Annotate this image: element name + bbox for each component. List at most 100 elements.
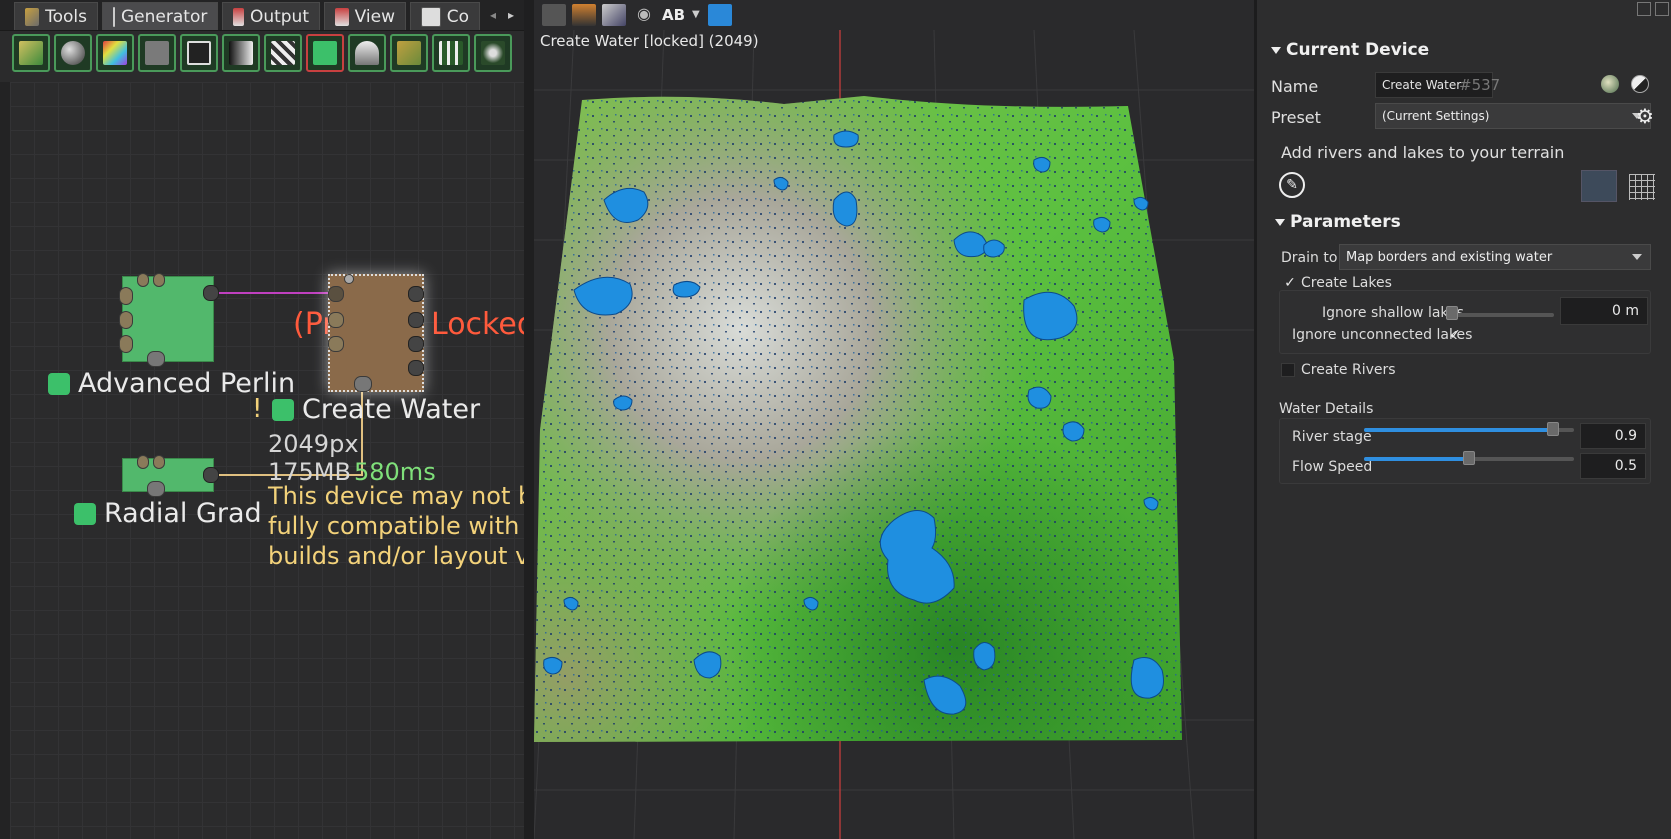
output-port[interactable] — [408, 360, 424, 376]
flat-device-button[interactable] — [138, 34, 176, 72]
terrain-device-button[interactable] — [12, 34, 50, 72]
save-icon — [187, 41, 211, 65]
globe-icon[interactable] — [1601, 75, 1619, 93]
green-square-device-button[interactable] — [306, 34, 344, 72]
flat-icon — [145, 41, 169, 65]
mask-port[interactable] — [354, 376, 372, 392]
checker-device-button[interactable] — [264, 34, 302, 72]
tab-label: Tools — [45, 6, 87, 27]
input-port[interactable] — [344, 274, 354, 284]
panel-splitter[interactable] — [524, 0, 534, 839]
output-port[interactable] — [408, 312, 424, 328]
flow-speed-input[interactable]: 0.5 — [1580, 453, 1646, 479]
output-icon — [233, 7, 244, 26]
sphere-device-button[interactable] — [54, 34, 92, 72]
current-device-header[interactable]: Current Device — [1271, 40, 1429, 60]
checker-icon — [271, 41, 295, 65]
resolution-text: 2049px — [268, 430, 359, 458]
properties-panel: Current Device Name Create Water #537 Pr… — [1257, 0, 1671, 839]
input-port[interactable] — [328, 286, 344, 302]
tab-label: Generator — [121, 6, 208, 27]
create-water-label: Create Water — [272, 394, 480, 425]
preset-dropdown[interactable]: (Current Settings) — [1375, 103, 1651, 129]
node-status-icon — [48, 372, 70, 395]
node-title: Advanced Perlin — [78, 368, 296, 399]
output-port[interactable] — [408, 286, 424, 302]
rock-device-button[interactable] — [348, 34, 386, 72]
gradient-device-button[interactable] — [222, 34, 260, 72]
chevron-down-icon — [1632, 254, 1642, 260]
input-port[interactable] — [153, 455, 165, 469]
input-port[interactable] — [137, 455, 149, 469]
input-port[interactable] — [153, 273, 165, 287]
input-port[interactable] — [328, 312, 344, 328]
grid-icon — [439, 41, 463, 65]
output-port[interactable] — [408, 336, 424, 352]
radial-grad-node[interactable] — [122, 455, 219, 497]
edit-icon[interactable]: ✎ — [1279, 172, 1305, 198]
input-port[interactable] — [328, 336, 344, 352]
tab-scroll-right-icon[interactable]: ▸ — [504, 4, 518, 26]
tab-output[interactable]: Output — [222, 2, 320, 30]
create-rivers-label: Create Rivers — [1301, 362, 1396, 378]
input-port[interactable] — [119, 287, 133, 305]
ignore-shallow-thumb[interactable] — [1446, 306, 1458, 320]
create-water-node[interactable] — [328, 274, 424, 392]
create-lakes-checkbox[interactable]: ✓ — [1283, 276, 1297, 290]
expand-panel-icon[interactable] — [1637, 2, 1651, 16]
ignore-shallow-slider[interactable] — [1450, 313, 1554, 317]
grid-settings-icon[interactable] — [1629, 174, 1655, 200]
river-stage-input[interactable]: 0.9 — [1580, 423, 1646, 449]
map-device-button[interactable] — [390, 34, 428, 72]
grid-device-button[interactable] — [432, 34, 470, 72]
create-lakes-label: Create Lakes — [1301, 275, 1392, 291]
color-device-button[interactable] — [96, 34, 134, 72]
drain-label: Drain to: — [1281, 250, 1343, 266]
tab-view[interactable]: View — [324, 2, 406, 30]
close-panel-icon[interactable] — [1655, 2, 1669, 16]
device-toolbar — [10, 32, 524, 76]
preset-label: Preset — [1271, 108, 1321, 127]
advanced-perlin-node[interactable] — [119, 273, 219, 367]
generator-icon — [113, 6, 115, 27]
node-title: Create Water — [302, 394, 481, 425]
contrast-icon[interactable] — [1631, 75, 1649, 93]
compat-warning-line: This device may not b — [268, 482, 524, 510]
input-port[interactable] — [119, 311, 133, 329]
section-title: Parameters — [1290, 212, 1401, 232]
save-device-button[interactable] — [180, 34, 218, 72]
input-port[interactable] — [137, 273, 149, 287]
compat-warning-line: fully compatible with — [268, 512, 520, 540]
radial-grad-label: Radial Grad — [74, 498, 262, 529]
3d-viewport[interactable]: ◉ AB ▼ Create Water [locked] (2049) — [534, 0, 1254, 839]
input-port[interactable] — [119, 335, 133, 353]
noise-icon — [481, 41, 505, 65]
lakes-options-group: Ignore shallow lakes 0 m Ignore unconnec… — [1279, 290, 1651, 354]
drain-dropdown[interactable]: Map borders and existing water — [1339, 244, 1651, 270]
river-stage-fill — [1364, 428, 1553, 432]
ignore-unconnected-label: Ignore unconnected lakes — [1292, 327, 1473, 343]
tab-label: View — [354, 6, 395, 27]
parameters-header[interactable]: Parameters — [1275, 212, 1401, 232]
ignore-shallow-input[interactable]: 0 m — [1560, 297, 1648, 325]
flow-speed-thumb[interactable] — [1463, 451, 1475, 465]
map-icon — [397, 41, 421, 65]
tab-generator[interactable]: Generator — [102, 2, 218, 30]
river-stage-thumb[interactable] — [1547, 422, 1559, 436]
noise-device-button[interactable] — [474, 34, 512, 72]
output-port[interactable] — [203, 467, 219, 483]
gear-icon[interactable]: ⚙ — [1633, 104, 1657, 128]
ignore-unconnected-checkbox[interactable]: ✓ — [1448, 328, 1462, 342]
output-port[interactable] — [203, 285, 219, 301]
mask-port[interactable] — [147, 481, 165, 497]
tab-tools[interactable]: Tools — [14, 2, 98, 30]
node-graph[interactable]: (Preview Locked) Advanced Perlin — [10, 82, 524, 839]
tab-scroll-left-icon[interactable]: ◂ — [486, 4, 500, 26]
create-rivers-checkbox[interactable] — [1281, 363, 1295, 377]
sliders-icon[interactable] — [1581, 170, 1617, 202]
tab-co[interactable]: Co — [410, 2, 480, 30]
device-description: Add rivers and lakes to your terrain — [1281, 143, 1565, 162]
preset-value: (Current Settings) — [1382, 109, 1490, 123]
mask-port[interactable] — [147, 351, 165, 367]
name-label: Name — [1271, 77, 1319, 96]
